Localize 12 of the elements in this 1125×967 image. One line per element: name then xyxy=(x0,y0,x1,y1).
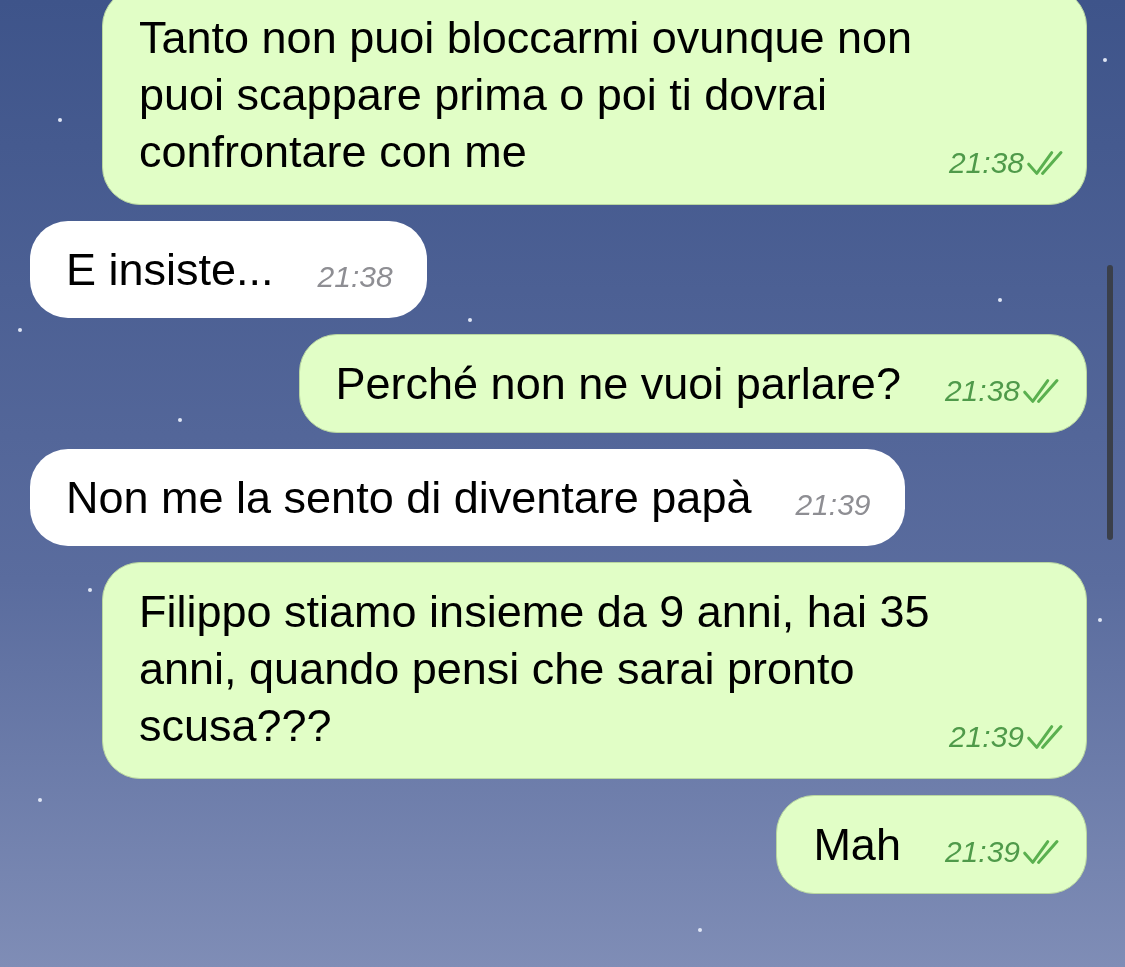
message-time: 21:39 xyxy=(944,835,1020,869)
message-text: Mah xyxy=(813,818,901,872)
message-text: Tanto non puoi bloccarmi ovunque non puoi scappare prima o poi ti dovrai confrontare con me xyxy=(139,11,914,179)
message-time: 21:38 xyxy=(944,374,1020,408)
message-time: 21:38 xyxy=(948,146,1024,180)
message-text: Filippo stiamo insieme da 9 anni, hai 35 anni, quando pensi che sarai pronto scusa??? xyxy=(139,585,931,753)
message-text: Non me la sento di diventare papà xyxy=(66,471,752,525)
message-time: 21:38 xyxy=(317,260,393,294)
message-time: 21:39 xyxy=(948,720,1024,754)
message-time: 21:39 xyxy=(795,488,871,522)
message-text: Perché non ne vuoi parlare? xyxy=(335,357,901,411)
message-text: E insiste... xyxy=(66,243,274,297)
